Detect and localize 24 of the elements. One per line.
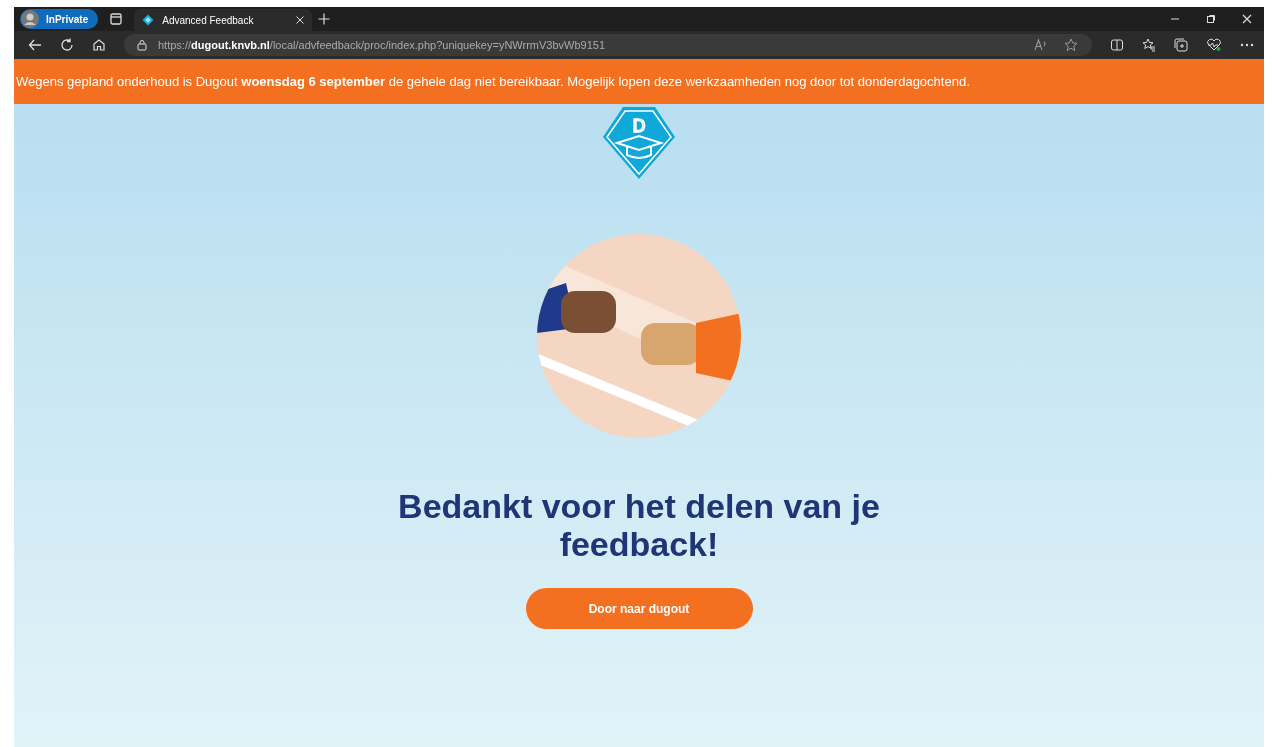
close-tab-icon[interactable]: [296, 16, 305, 24]
read-aloud-icon[interactable]: [1034, 38, 1048, 52]
home-icon[interactable]: [92, 38, 106, 52]
star-icon[interactable]: [1064, 38, 1078, 52]
logo-icon: D: [601, 105, 677, 181]
back-icon[interactable]: [28, 38, 42, 52]
split-screen-icon[interactable]: [1110, 38, 1124, 52]
new-tab-icon[interactable]: [318, 13, 331, 25]
favorites-icon[interactable]: [1142, 38, 1156, 52]
collections-icon[interactable]: [1174, 38, 1188, 52]
url-text: https://dugout.knvb.nl/local/advfeedback/proc/index.php?uniquekey=yNWrrmV3bvWb9151: [158, 37, 606, 53]
heart-pulse-icon[interactable]: [1206, 38, 1222, 52]
address-bar[interactable]: https://dugout.knvb.nl/local/advfeedback/proc/index.php?uniquekey=yNWrrmV3bvWb9151: [124, 34, 1092, 56]
avatar-icon: [20, 9, 40, 29]
favicon-icon: [142, 14, 155, 26]
close-icon[interactable]: [1242, 14, 1252, 24]
profile-button[interactable]: InPrivate: [20, 9, 99, 29]
banner-text: Wegens gepland onderhoud is Dugout woensdag 6 september de gehele dag niet bereikbaar. Mogelijk lopen deze werkzaamheden nog door tot donderdagochtend.: [16, 72, 970, 91]
lock-icon: [136, 39, 148, 51]
thank-you-heading: Bedankt voor het delen van je feedback!: [397, 487, 881, 563]
restore-icon[interactable]: [1206, 14, 1216, 24]
browser-tab[interactable]: Advanced Feedback: [134, 9, 313, 31]
refresh-icon[interactable]: [60, 38, 74, 52]
tab-actions-icon[interactable]: [110, 13, 123, 25]
